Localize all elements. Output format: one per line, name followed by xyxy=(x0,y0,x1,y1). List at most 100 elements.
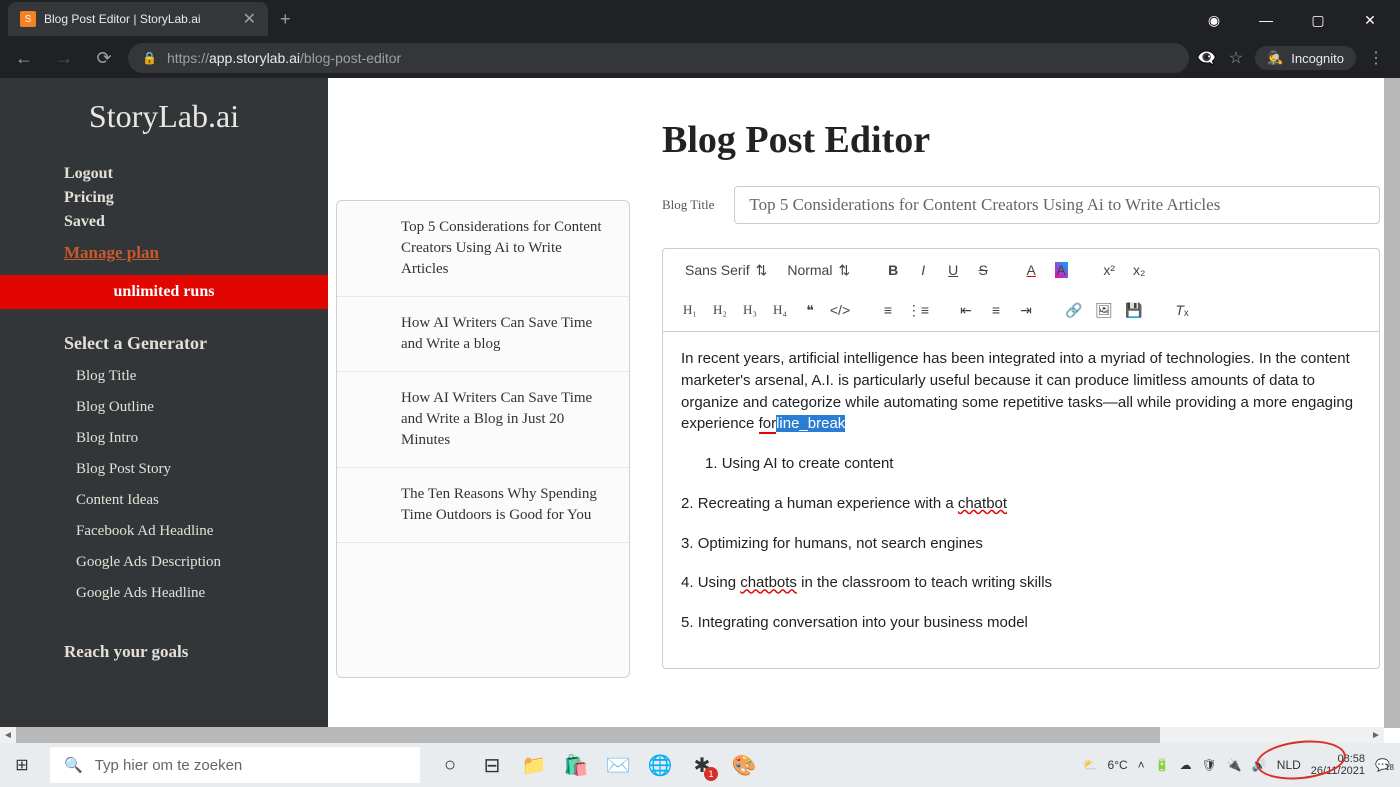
ordered-list-button[interactable]: ≡ xyxy=(875,297,901,323)
title-input[interactable] xyxy=(734,186,1380,224)
date: 26/11/2021 xyxy=(1311,765,1365,777)
chevron-icon: ⇅ xyxy=(756,262,768,279)
posts-list[interactable]: Top 5 Considerations for Content Creator… xyxy=(336,200,630,678)
bullet-list-button[interactable]: ⋮≡ xyxy=(905,297,931,323)
gen-google-desc[interactable]: Google Ads Description xyxy=(76,554,328,571)
page-body: StoryLab.ai Logout Pricing Saved Manage … xyxy=(0,78,1400,728)
post-item[interactable]: Top 5 Considerations for Content Creator… xyxy=(337,201,629,297)
horizontal-scrollbar[interactable]: ◄ ► xyxy=(0,727,1384,743)
strike-button[interactable]: S xyxy=(970,257,996,283)
h3-button[interactable]: H₃ xyxy=(737,297,763,323)
gen-blog-outline[interactable]: Blog Outline xyxy=(76,399,328,416)
vertical-scrollbar[interactable] xyxy=(1384,78,1400,728)
highlight-button[interactable]: A xyxy=(1048,257,1074,283)
post-item[interactable]: How AI Writers Can Save Time and Write a… xyxy=(337,297,629,372)
align-button[interactable]: ≡ xyxy=(983,297,1009,323)
address-bar[interactable]: 🔒 https://app.storylab.ai/blog-post-edit… xyxy=(128,43,1189,73)
list-item: 1. Using AI to create content xyxy=(681,453,1361,475)
gen-blog-post-story[interactable]: Blog Post Story xyxy=(76,461,328,478)
chrome-icon[interactable]: 🌐 xyxy=(646,751,674,779)
address-bar-row: ← → ⟳ 🔒 https://app.storylab.ai/blog-pos… xyxy=(0,38,1400,78)
link-button[interactable]: 🔗 xyxy=(1061,297,1087,323)
bold-button[interactable]: B xyxy=(880,257,906,283)
language-indicator[interactable]: NLD xyxy=(1277,758,1301,772)
star-icon[interactable]: ☆ xyxy=(1229,48,1243,68)
onedrive-icon[interactable]: ☁ xyxy=(1180,758,1192,772)
list-item: 4. Using chatbots in the classroom to te… xyxy=(681,572,1361,594)
post-item[interactable]: The Ten Reasons Why Spending Time Outdoo… xyxy=(337,468,629,543)
code-button[interactable]: </> xyxy=(827,297,853,323)
gen-google-headline[interactable]: Google Ads Headline xyxy=(76,585,328,602)
lock-icon: 🔒 xyxy=(142,51,157,65)
task-view-icon[interactable]: ⊟ xyxy=(478,751,506,779)
start-button[interactable]: ⊞ xyxy=(0,743,44,787)
taskbar-search[interactable]: 🔍 Typ hier om te zoeken xyxy=(50,747,420,783)
chevron-up-icon[interactable]: ˄ xyxy=(1138,758,1145,772)
menu-icon[interactable]: ⋮ xyxy=(1368,48,1384,68)
store-icon[interactable]: 🛍️ xyxy=(562,751,590,779)
cortana-icon[interactable]: ○ xyxy=(436,751,464,779)
power-icon[interactable]: 🔌 xyxy=(1227,758,1242,772)
close-tab-icon[interactable]: ✕ xyxy=(243,9,256,29)
scroll-left-icon[interactable]: ◄ xyxy=(0,730,16,741)
gen-blog-intro[interactable]: Blog Intro xyxy=(76,430,328,447)
h4-button[interactable]: H₄ xyxy=(767,297,793,323)
sidebar-pricing[interactable]: Pricing xyxy=(64,189,328,207)
maximize-button[interactable]: ▢ xyxy=(1296,6,1340,34)
search-placeholder: Typ hier om te zoeken xyxy=(95,757,243,774)
security-icon[interactable]: 🛡 xyxy=(1202,758,1217,772)
underline-button[interactable]: U xyxy=(940,257,966,283)
italic-button[interactable]: I xyxy=(910,257,936,283)
volume-icon[interactable]: 🔊 xyxy=(1252,758,1267,772)
badge: 1 xyxy=(704,767,718,781)
new-tab-button[interactable]: + xyxy=(268,9,303,30)
text-color-button[interactable]: A xyxy=(1018,257,1044,283)
image-button[interactable]: 🖼 xyxy=(1091,297,1117,323)
h2-button[interactable]: H₂ xyxy=(707,297,733,323)
clear-format-button[interactable]: Tₓ xyxy=(1169,297,1195,323)
sidebar-logout[interactable]: Logout xyxy=(64,165,328,183)
title-row: Blog Title xyxy=(662,186,1380,224)
sidebar-saved[interactable]: Saved xyxy=(64,213,328,231)
indent-button[interactable]: ⇥ xyxy=(1013,297,1039,323)
editor-content[interactable]: In recent years, artificial intelligence… xyxy=(662,331,1380,669)
gen-blog-title[interactable]: Blog Title xyxy=(76,368,328,385)
gen-content-ideas[interactable]: Content Ideas xyxy=(76,492,328,509)
clock[interactable]: 08:58 26/11/2021 xyxy=(1311,753,1365,777)
browser-tab[interactable]: S Blog Post Editor | StoryLab.ai ✕ xyxy=(8,2,268,36)
outdent-button[interactable]: ⇤ xyxy=(953,297,979,323)
manage-plan-link[interactable]: Manage plan xyxy=(64,243,328,263)
scroll-right-icon[interactable]: ► xyxy=(1368,730,1384,741)
shield-icon[interactable]: ◉ xyxy=(1192,6,1236,34)
weather-icon[interactable]: ⛅ xyxy=(1083,758,1098,772)
window-controls: ◉ — ▢ ✕ xyxy=(1192,6,1392,34)
size-select[interactable]: Normal ⇅ xyxy=(779,258,858,283)
superscript-button[interactable]: x² xyxy=(1096,257,1122,283)
font-select[interactable]: Sans Serif ⇅ xyxy=(677,258,775,283)
paint-icon[interactable]: 🎨 xyxy=(730,751,758,779)
subscript-button[interactable]: x₂ xyxy=(1126,257,1152,283)
post-item[interactable]: How AI Writers Can Save Time and Write a… xyxy=(337,372,629,468)
explorer-icon[interactable]: 📁 xyxy=(520,751,548,779)
slack-icon[interactable]: ✱1 xyxy=(688,751,716,779)
posts-column: Top 5 Considerations for Content Creator… xyxy=(328,78,638,728)
plan-banner: unlimited runs xyxy=(0,275,328,309)
list-item: 2. Recreating a human experience with a … xyxy=(681,493,1361,515)
quote-button[interactable]: ❝ xyxy=(797,297,823,323)
close-window-button[interactable]: ✕ xyxy=(1348,6,1392,34)
battery-icon[interactable]: 🔋 xyxy=(1155,758,1170,772)
title-label: Blog Title xyxy=(662,197,714,213)
notifications-icon[interactable]: 💬18 xyxy=(1375,758,1390,772)
mail-icon[interactable]: ✉️ xyxy=(604,751,632,779)
gen-facebook-ad[interactable]: Facebook Ad Headline xyxy=(76,523,328,540)
minimize-button[interactable]: — xyxy=(1244,6,1288,34)
reload-button[interactable]: ⟳ xyxy=(88,42,120,74)
forward-button[interactable]: → xyxy=(48,42,80,74)
h1-button[interactable]: H₁ xyxy=(677,297,703,323)
eye-off-icon[interactable]: 👁‍🗨 xyxy=(1197,48,1217,68)
incognito-badge[interactable]: 🕵️Incognito xyxy=(1255,46,1356,70)
weather-temp[interactable]: 6°C xyxy=(1108,758,1128,772)
back-button[interactable]: ← xyxy=(8,42,40,74)
save-button[interactable]: 💾 xyxy=(1121,297,1147,323)
task-icons: ○ ⊟ 📁 🛍️ ✉️ 🌐 ✱1 🎨 xyxy=(436,751,758,779)
